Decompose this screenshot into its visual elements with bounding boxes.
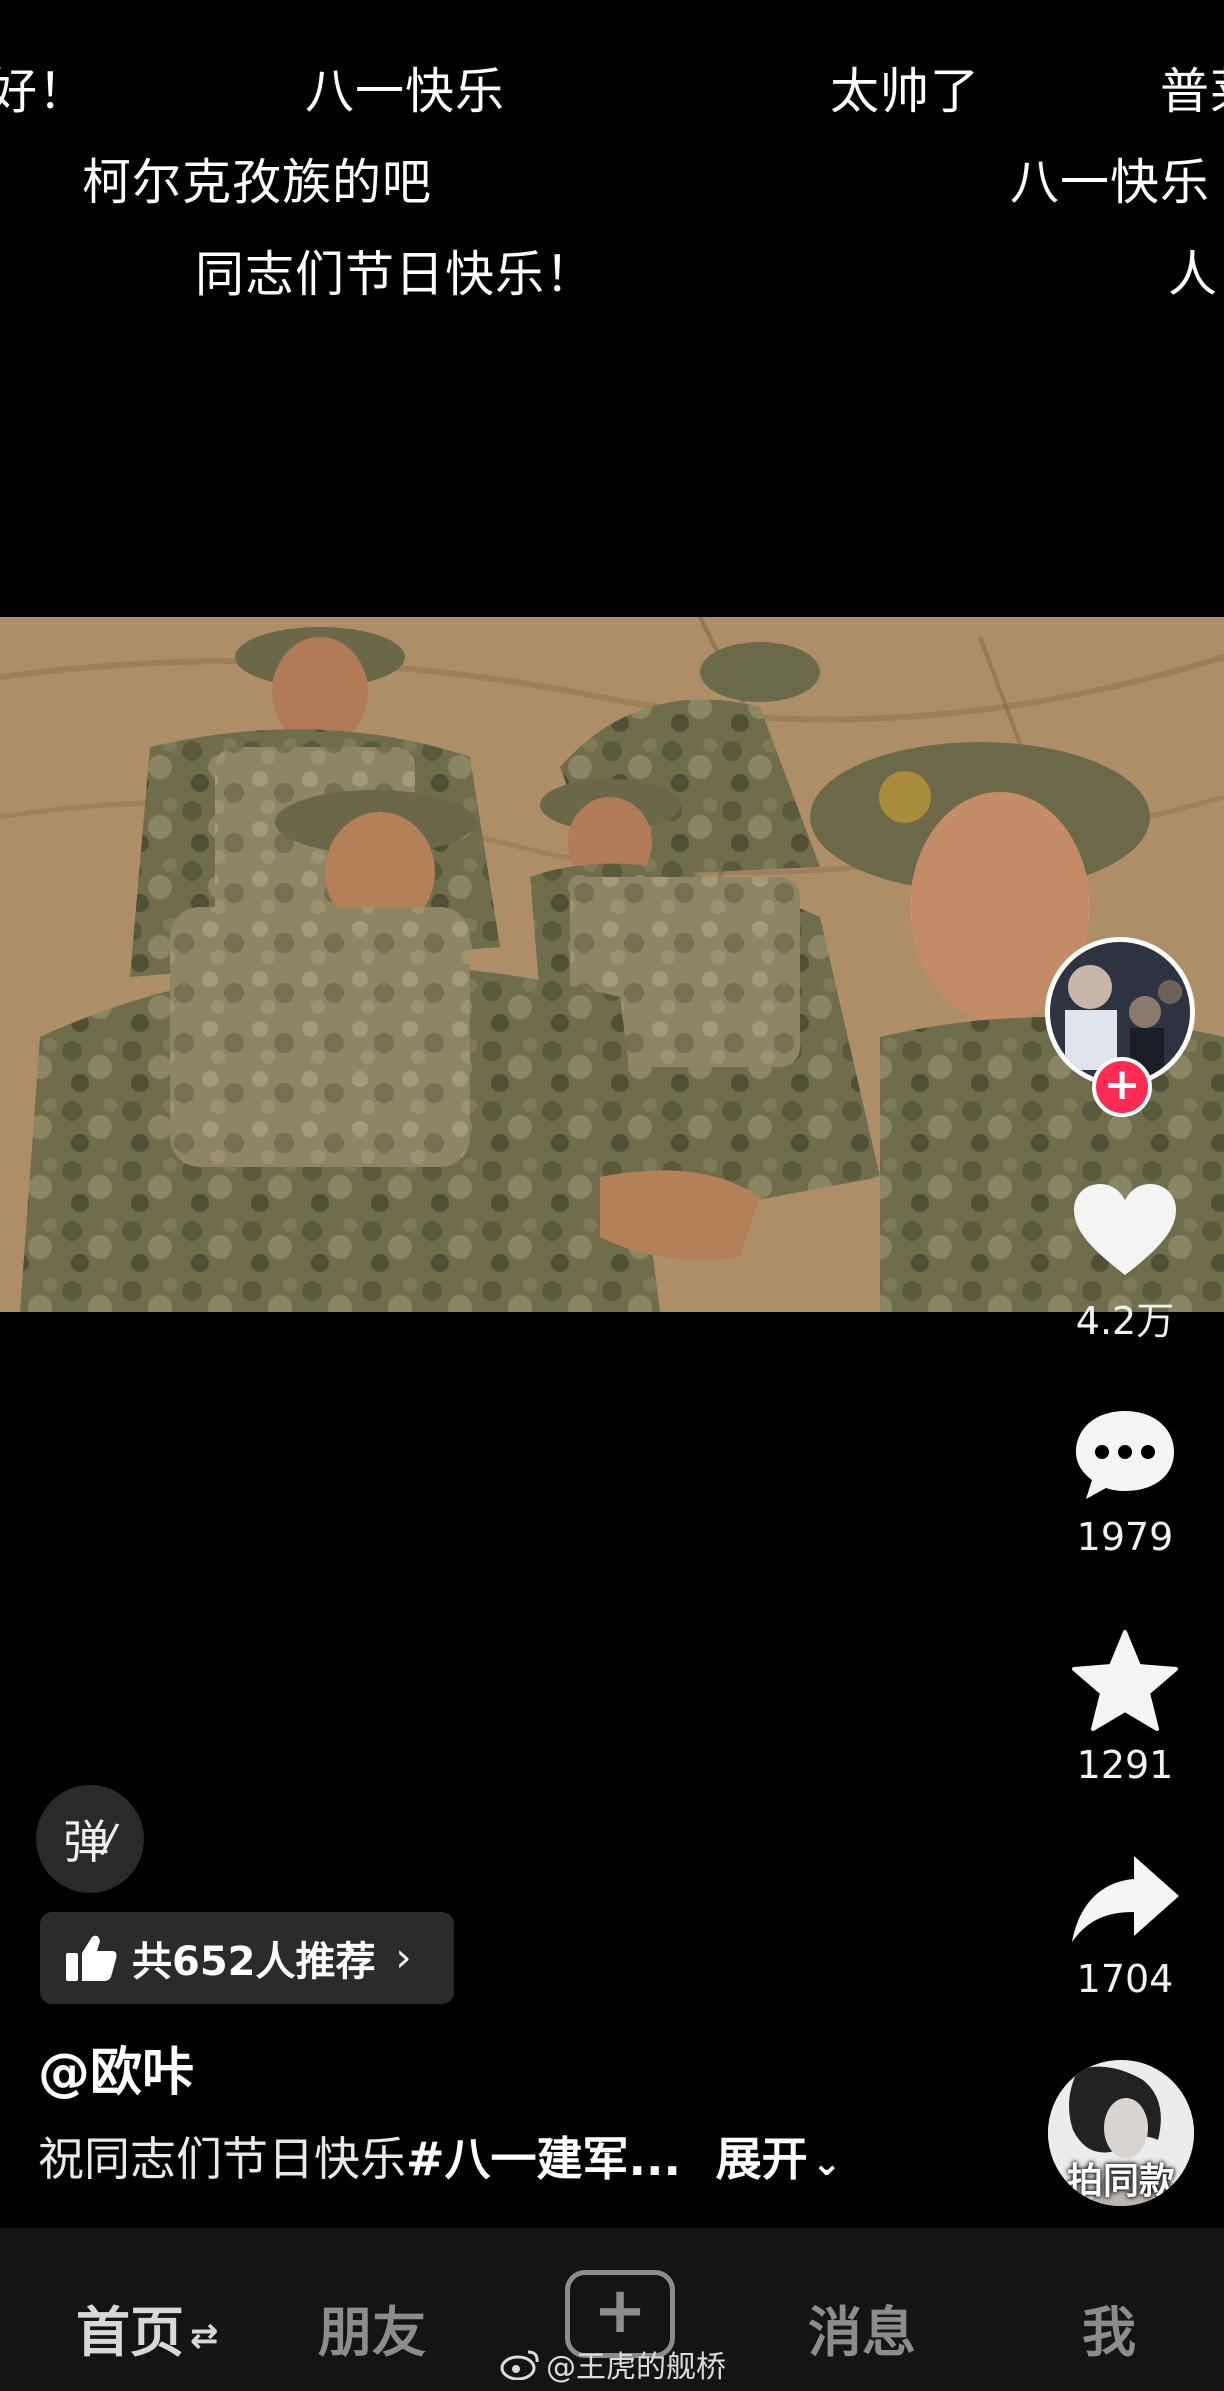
heart-icon bbox=[1074, 1184, 1176, 1275]
plus-icon: + bbox=[1103, 1059, 1141, 1110]
favorite-count: 1291 bbox=[1076, 1743, 1174, 1787]
danmaku-comment: 八一快乐 bbox=[1010, 154, 1211, 211]
star-icon bbox=[1072, 1630, 1178, 1731]
watermark-text: @王虎的舰桥 bbox=[546, 2350, 726, 2385]
thumbs-up-icon bbox=[66, 1935, 117, 1981]
chevron-right-icon: › bbox=[395, 1935, 412, 1981]
remix-label: 拍同款 bbox=[1066, 2161, 1175, 2202]
share-button[interactable]: 1704 bbox=[1055, 1852, 1195, 2001]
video-player[interactable] bbox=[0, 617, 1224, 1312]
share-arrow-icon bbox=[1071, 1856, 1179, 1942]
nav-me[interactable]: 我 bbox=[1082, 2288, 1136, 2367]
nav-messages[interactable]: 消息 bbox=[808, 2288, 916, 2367]
danmaku-comment: 好！ bbox=[0, 63, 89, 120]
switch-arrows-icon: ⇄ bbox=[190, 2316, 219, 2357]
like-button[interactable]: 4.2万 bbox=[1055, 1180, 1195, 1345]
caption-text: 祝同志们节日快乐 bbox=[38, 2132, 406, 2186]
recommend-chip[interactable]: 共652人推荐 › bbox=[40, 1912, 454, 2004]
danmaku-toggle-button[interactable]: 弹 / bbox=[36, 1785, 144, 1893]
recommend-label: 共652人推荐 bbox=[132, 1939, 376, 1985]
chevron-down-icon: ⌄ bbox=[811, 2143, 842, 2184]
video-frame-image bbox=[0, 617, 1224, 1312]
weibo-icon bbox=[500, 2350, 539, 2380]
danmaku-comment: 同志们节日快乐！ bbox=[195, 246, 596, 303]
caption-hashtag[interactable]: #八一建军... bbox=[406, 2132, 681, 2186]
expand-button[interactable]: 展开 ⌄ bbox=[716, 2132, 842, 2186]
danmaku-comment: 普莱 bbox=[1160, 63, 1224, 120]
follow-button[interactable]: + bbox=[1092, 1057, 1152, 1117]
comment-icon bbox=[1076, 1411, 1174, 1499]
danmaku-comment: 人 bbox=[1168, 246, 1219, 303]
weibo-watermark: @王虎的舰桥 bbox=[500, 2342, 726, 2386]
share-count: 1704 bbox=[1076, 1957, 1174, 2001]
author-name[interactable]: @欧咔 bbox=[38, 2030, 194, 2105]
favorite-button[interactable]: 1291 bbox=[1055, 1628, 1195, 1787]
nav-home[interactable]: 首页 ⇄ bbox=[76, 2288, 219, 2367]
danmaku-comment: 八一快乐 bbox=[305, 63, 506, 120]
danmaku-comment: 柯尔克孜族的吧 bbox=[82, 154, 433, 211]
comment-count: 1979 bbox=[1076, 1515, 1174, 1559]
nav-friends[interactable]: 朋友 bbox=[318, 2288, 426, 2367]
remix-button[interactable]: 拍同款 bbox=[1048, 2060, 1194, 2206]
video-caption[interactable]: 祝同志们节日快乐#八一建军... 展开 ⌄ bbox=[38, 2123, 842, 2189]
comment-button[interactable]: 1979 bbox=[1055, 1405, 1195, 1559]
danmaku-comment: 太帅了 bbox=[830, 63, 981, 120]
like-count: 4.2万 bbox=[1075, 1299, 1175, 1343]
plus-icon: + bbox=[593, 2274, 647, 2348]
